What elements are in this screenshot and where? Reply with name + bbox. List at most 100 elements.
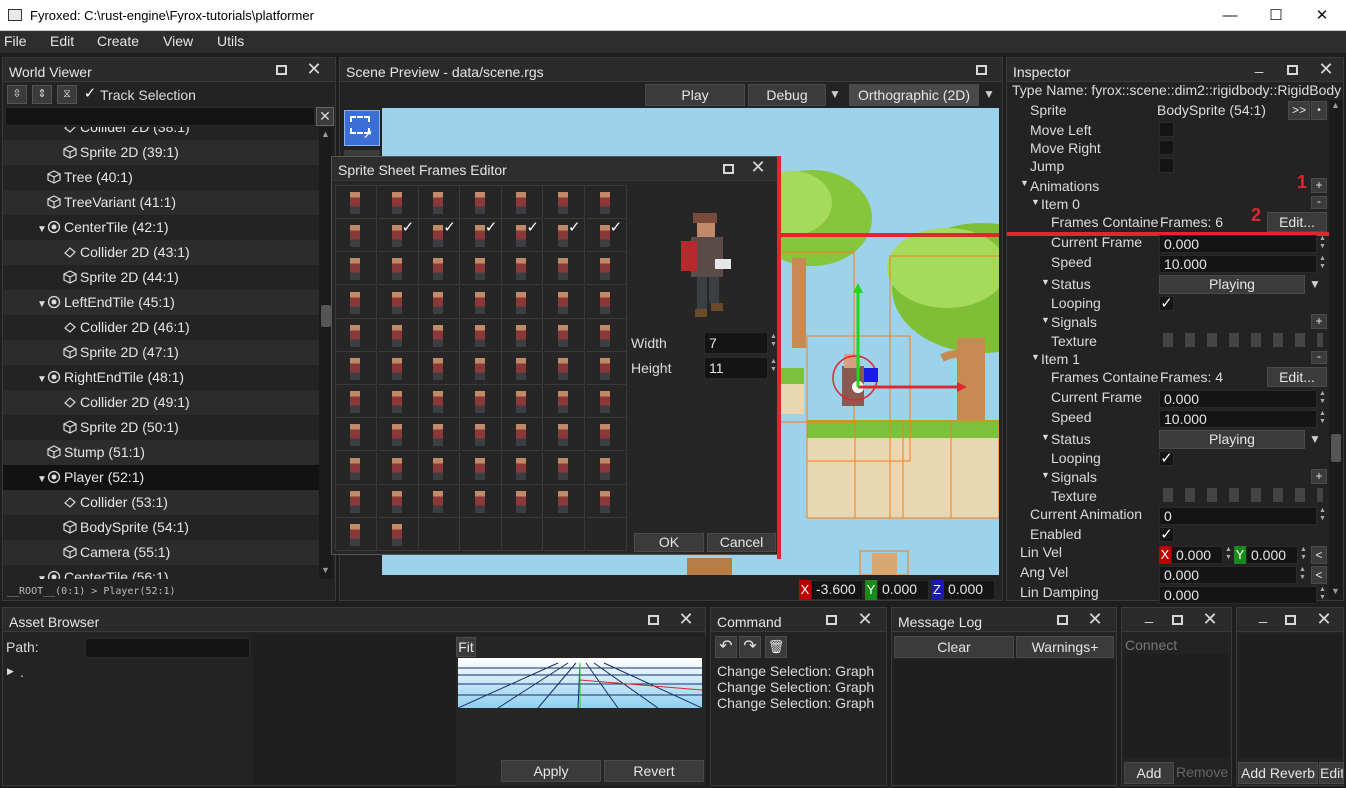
maximize-icon[interactable] bbox=[648, 615, 659, 625]
minimize-icon[interactable]: _ bbox=[1251, 58, 1267, 74]
maximize-icon[interactable] bbox=[1057, 615, 1068, 625]
sprite-frame-cell[interactable] bbox=[419, 285, 461, 319]
sprite-frame-cell[interactable] bbox=[377, 484, 419, 518]
debug-dropdown-icon[interactable]: ▼ bbox=[829, 87, 841, 101]
scroll-up-icon[interactable]: ▲ bbox=[321, 129, 330, 139]
ang-vel-input[interactable]: 0.000 bbox=[1159, 566, 1297, 584]
x-coord-field[interactable]: -3.600 bbox=[811, 580, 863, 600]
maximize-icon[interactable] bbox=[276, 65, 287, 75]
tree-item[interactable]: Sprite 2D (44:1) bbox=[3, 265, 319, 290]
sprite-frame-cell[interactable] bbox=[585, 385, 627, 419]
sprite-frame-cell[interactable] bbox=[544, 418, 585, 452]
tree-item[interactable]: ▼ Player (52:1) bbox=[3, 465, 319, 490]
sprite-frames-grid[interactable]: ✓ ✓ ✓ ✓ ✓ ✓ bbox=[335, 185, 627, 551]
menu-file[interactable]: File bbox=[4, 33, 27, 49]
sprite-frame-cell[interactable] bbox=[336, 418, 377, 452]
sprite-frame-cell[interactable] bbox=[460, 252, 502, 286]
sprite-frame-cell[interactable] bbox=[544, 318, 585, 352]
sprite-frame-cell[interactable] bbox=[377, 451, 419, 485]
maximize-icon[interactable] bbox=[723, 164, 734, 174]
sprite-frame-cell[interactable] bbox=[419, 318, 461, 352]
sprite-frame-cell[interactable] bbox=[336, 352, 377, 385]
sprite-frame-cell[interactable] bbox=[336, 285, 377, 319]
clear-log-button[interactable]: Clear bbox=[894, 636, 1014, 658]
fit-button[interactable]: Fit bbox=[456, 637, 476, 657]
add-signal-button[interactable]: + bbox=[1311, 469, 1327, 484]
sprite-frame-cell[interactable]: ✓ bbox=[419, 219, 461, 253]
tree-item[interactable]: Collider 2D (49:1) bbox=[3, 390, 319, 415]
spinner-icon[interactable]: ▲ ▼ bbox=[1318, 255, 1327, 273]
sprite-frame-cell[interactable] bbox=[336, 518, 377, 551]
sprite-frame-cell[interactable] bbox=[585, 451, 627, 485]
clear-stack-icon[interactable]: 🗑 bbox=[765, 636, 787, 658]
tree-item[interactable]: Sprite 2D (39:1) bbox=[3, 140, 319, 165]
sprite-frame-cell[interactable]: ✓ bbox=[460, 219, 502, 253]
sprite-frame-cell[interactable] bbox=[377, 418, 419, 452]
debug-button[interactable]: Debug bbox=[748, 84, 826, 106]
sprite-frame-cell[interactable] bbox=[460, 352, 502, 385]
width-input[interactable]: 7 bbox=[704, 332, 768, 354]
sprite-frame-cell[interactable]: ✓ bbox=[544, 219, 585, 253]
signals-expander-icon[interactable]: ▼ bbox=[1041, 315, 1050, 325]
sprite-frame-cell[interactable] bbox=[460, 318, 502, 352]
item0-edit-frames-button[interactable]: Edit... bbox=[1267, 212, 1327, 232]
tree-item[interactable]: Stump (51:1) bbox=[3, 440, 319, 465]
menu-edit[interactable]: Edit bbox=[50, 33, 74, 49]
sprite-frame-cell[interactable] bbox=[377, 186, 419, 219]
sprite-frame-cell[interactable] bbox=[336, 484, 377, 518]
sprite-frame-cell[interactable] bbox=[544, 252, 585, 286]
sprite-frame-cell[interactable] bbox=[419, 385, 461, 419]
item0-status-dropdown[interactable]: Playing bbox=[1159, 275, 1305, 294]
sprite-frame-cell[interactable] bbox=[336, 385, 377, 419]
remove-item1-button[interactable]: - bbox=[1311, 350, 1327, 364]
item0-looping-checkbox[interactable]: ✓ bbox=[1159, 296, 1174, 311]
sprite-frame-cell[interactable] bbox=[336, 219, 377, 253]
close-icon[interactable]: ✕ bbox=[306, 60, 322, 78]
tree-item[interactable]: Sprite 2D (47:1) bbox=[3, 340, 319, 365]
sprite-frame-cell[interactable] bbox=[502, 285, 544, 319]
sprite-frame-cell[interactable] bbox=[502, 484, 544, 518]
spinner-icon[interactable]: ▲ ▼ bbox=[1224, 546, 1233, 564]
clear-search-icon[interactable]: ✕ bbox=[316, 107, 334, 126]
expand-all-icon[interactable]: ⇕ bbox=[32, 85, 52, 104]
maximize-icon[interactable] bbox=[1285, 615, 1296, 625]
lin-damping-input[interactable]: 0.000 bbox=[1159, 586, 1317, 604]
reset-ang-vel-button[interactable]: < bbox=[1311, 566, 1327, 584]
item1-current-frame-input[interactable]: 0.000 bbox=[1159, 390, 1317, 408]
sprite-frame-cell[interactable] bbox=[336, 318, 377, 352]
spinner-icon[interactable]: ▲ ▼ bbox=[1299, 546, 1308, 564]
sprite-frame-cell[interactable] bbox=[336, 451, 377, 485]
item0-current-frame-input[interactable]: 0.000 bbox=[1159, 235, 1317, 253]
scroll-down-icon[interactable]: ▼ bbox=[321, 565, 330, 575]
menu-create[interactable]: Create bbox=[97, 33, 139, 49]
spinner-icon[interactable]: ▲ ▼ bbox=[1318, 586, 1327, 604]
maximize-button[interactable]: ☐ bbox=[1253, 0, 1299, 31]
expander-icon[interactable]: ▼ bbox=[37, 574, 47, 579]
lin-vel-y-input[interactable]: 0.000 bbox=[1246, 546, 1298, 564]
scroll-thumb[interactable] bbox=[321, 305, 331, 327]
menu-utils[interactable]: Utils bbox=[217, 33, 244, 49]
status-expander-icon[interactable]: ▼ bbox=[1041, 277, 1050, 287]
sprite-frame-cell[interactable] bbox=[419, 518, 461, 551]
sprite-frame-cell[interactable] bbox=[460, 285, 502, 319]
jump-checkbox[interactable] bbox=[1159, 158, 1174, 173]
sprite-frame-cell[interactable] bbox=[502, 352, 544, 385]
sprite-frame-cell[interactable] bbox=[460, 418, 502, 452]
tree-item[interactable]: TreeVariant (41:1) bbox=[3, 190, 319, 215]
track-selection-checkbox[interactable]: ✓ bbox=[83, 86, 97, 101]
texture-preview[interactable] bbox=[1163, 333, 1323, 347]
world-viewer-search-input[interactable] bbox=[5, 107, 315, 126]
move-left-checkbox[interactable] bbox=[1159, 122, 1174, 137]
item1-status-dropdown[interactable]: Playing bbox=[1159, 430, 1305, 449]
reset-lin-vel-button[interactable]: < bbox=[1311, 546, 1327, 564]
tree-item[interactable]: Collider 2D (43:1) bbox=[3, 240, 319, 265]
sprite-frame-cell[interactable] bbox=[336, 186, 377, 219]
sprite-frame-cell[interactable]: ✓ bbox=[585, 219, 627, 253]
sprite-frame-cell[interactable] bbox=[377, 352, 419, 385]
animations-expander-icon[interactable]: ▼ bbox=[1020, 178, 1029, 188]
sprite-frame-cell[interactable] bbox=[419, 186, 461, 219]
sprite-frame-cell[interactable] bbox=[585, 252, 627, 286]
close-icon[interactable]: ✕ bbox=[1087, 610, 1103, 628]
tree-item[interactable]: ▼ LeftEndTile (45:1) bbox=[3, 290, 319, 315]
tree-item[interactable]: Camera (55:1) bbox=[3, 540, 319, 565]
